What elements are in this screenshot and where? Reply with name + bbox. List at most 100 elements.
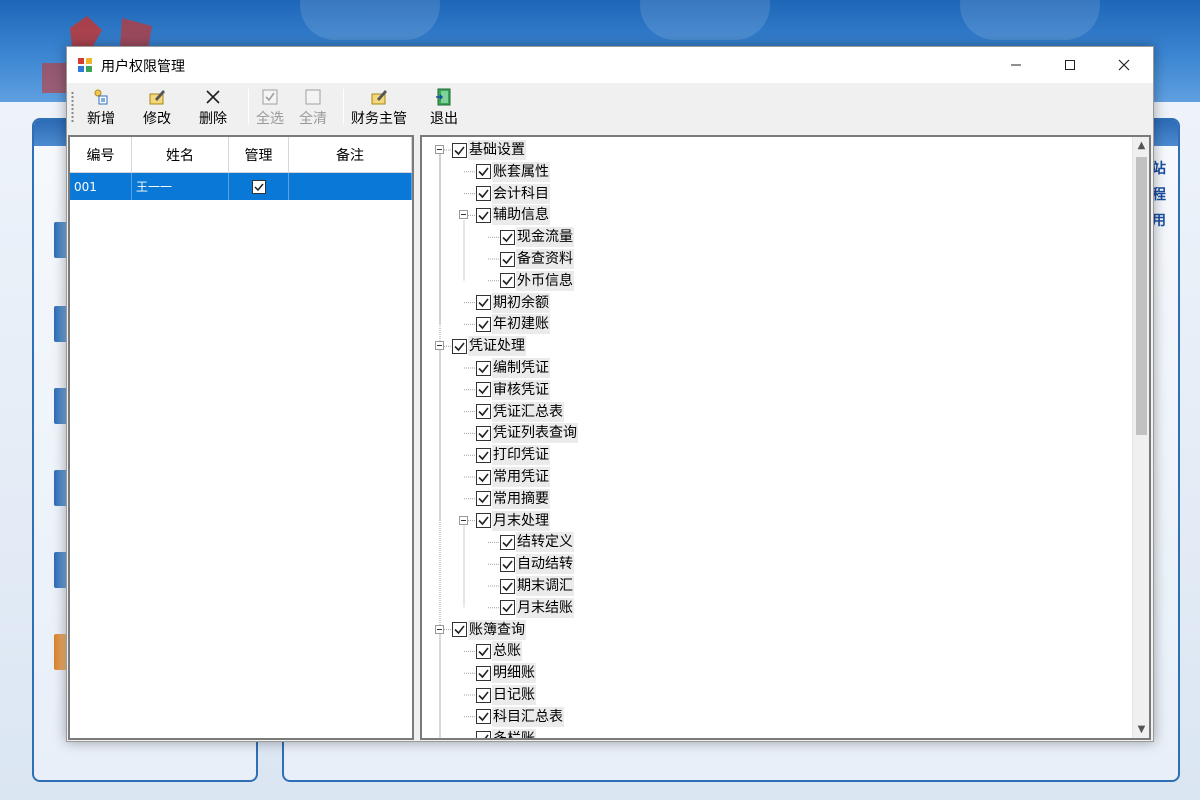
tree-node-label[interactable]: 现金流量	[516, 227, 574, 248]
tree-node-label[interactable]: 总账	[492, 641, 522, 662]
cell-admin[interactable]	[229, 173, 289, 200]
tree-node[interactable]: 备查资料	[500, 249, 574, 269]
tree-node-checkbox[interactable]	[476, 404, 491, 420]
permissions-tree[interactable]: 基础设置 账套属性 会计科目 辅助信息 现金流量 备查资料 外币信息 期初余额 年初建账 凭证处理…	[420, 135, 1151, 740]
title-bar[interactable]: 用户权限管理	[67, 47, 1153, 83]
tree-node-checkbox[interactable]	[476, 687, 491, 703]
tree-node-checkbox[interactable]	[476, 425, 491, 441]
tree-node[interactable]: 日记账	[476, 685, 536, 705]
maximize-button[interactable]	[1047, 47, 1093, 83]
tree-node-checkbox[interactable]	[500, 556, 515, 572]
select-all-button[interactable]: 全选	[256, 85, 284, 129]
tree-node-label[interactable]: 期初余额	[492, 292, 550, 313]
tree-collapse-icon[interactable]	[459, 515, 468, 525]
tree-node-label[interactable]: 多栏账	[492, 728, 536, 738]
minimize-button[interactable]	[993, 47, 1039, 83]
exit-button[interactable]: 退出	[430, 85, 458, 129]
tree-node-label[interactable]: 结转定义	[516, 532, 574, 553]
tree-node-checkbox[interactable]	[500, 578, 515, 594]
tree-node[interactable]: 多栏账	[476, 728, 536, 738]
tree-node-label[interactable]: 月末处理	[492, 510, 550, 531]
side-link[interactable]: 程	[1152, 182, 1172, 208]
tree-node-label[interactable]: 备查资料	[516, 249, 574, 269]
tree-node-checkbox[interactable]	[452, 338, 467, 354]
cell-name[interactable]: 王一一	[132, 173, 229, 200]
tree-node-checkbox[interactable]	[476, 731, 491, 738]
toolbar-grip[interactable]	[71, 91, 74, 123]
tree-node-label[interactable]: 打印凭证	[492, 445, 550, 466]
tree-node[interactable]: 现金流量	[500, 227, 574, 248]
tree-node[interactable]: 会计科目	[476, 183, 550, 204]
tree-node[interactable]: 审核凭证	[476, 379, 550, 400]
tree-node[interactable]: 期末调汇	[500, 576, 574, 596]
column-header-name[interactable]: 姓名	[132, 137, 229, 172]
tree-node-checkbox[interactable]	[476, 709, 491, 725]
tree-node-checkbox[interactable]	[476, 207, 491, 223]
tree-node[interactable]: 总账	[476, 641, 522, 662]
cell-note[interactable]	[289, 173, 412, 200]
tree-node-label[interactable]: 编制凭证	[492, 358, 550, 378]
delete-button[interactable]: 删除	[199, 85, 227, 129]
tree-node[interactable]: 账套属性	[476, 161, 550, 182]
tree-node-label[interactable]: 明细账	[492, 663, 536, 684]
tree-collapse-icon[interactable]	[435, 624, 444, 634]
tree-node-checkbox[interactable]	[476, 164, 491, 180]
tree-node-label[interactable]: 凭证列表查询	[492, 423, 578, 444]
column-header-id[interactable]: 编号	[70, 137, 132, 172]
tree-node[interactable]: 凭证汇总表	[476, 401, 564, 422]
tree-node-checkbox[interactable]	[500, 273, 515, 289]
tree-node-checkbox[interactable]	[476, 643, 491, 659]
admin-checkbox[interactable]	[251, 179, 266, 194]
side-link[interactable]: 用	[1152, 208, 1172, 234]
tree-node-label[interactable]: 账套属性	[492, 161, 550, 182]
tree-node-label[interactable]: 凭证汇总表	[492, 401, 564, 422]
tree-node-label[interactable]: 凭证处理	[468, 336, 526, 357]
tree-node-label[interactable]: 常用摘要	[492, 488, 550, 509]
tree-node[interactable]: 常用凭证	[476, 467, 550, 487]
tree-node-label[interactable]: 日记账	[492, 685, 536, 705]
tree-node-checkbox[interactable]	[476, 447, 491, 463]
tree-node[interactable]: 辅助信息	[476, 205, 550, 226]
tree-node-label[interactable]: 自动结转	[516, 554, 574, 575]
tree-node[interactable]: 凭证处理	[452, 336, 526, 357]
tree-node-checkbox[interactable]	[500, 534, 515, 550]
tree-node-checkbox[interactable]	[476, 665, 491, 681]
tree-node-checkbox[interactable]	[500, 600, 515, 616]
tree-node-checkbox[interactable]	[476, 491, 491, 507]
tree-node-checkbox[interactable]	[500, 229, 515, 245]
users-grid[interactable]: 编号 姓名 管理 备注 001 王一一	[68, 135, 414, 740]
tree-node[interactable]: 账簿查询	[452, 619, 526, 640]
tree-node-label[interactable]: 审核凭证	[492, 379, 550, 400]
tree-node-label[interactable]: 月末结账	[516, 597, 574, 618]
tree-node-checkbox[interactable]	[452, 142, 467, 158]
tree-node[interactable]: 科目汇总表	[476, 706, 564, 727]
tree-node[interactable]: 月末结账	[500, 597, 574, 618]
tree-node-checkbox[interactable]	[476, 360, 491, 376]
tree-node[interactable]: 自动结转	[500, 554, 574, 575]
clear-all-button[interactable]: 全清	[299, 85, 327, 129]
tree-node[interactable]: 期初余额	[476, 292, 550, 313]
tree-node-label[interactable]: 常用凭证	[492, 467, 550, 487]
tree-collapse-icon[interactable]	[459, 210, 468, 220]
scroll-up-icon[interactable]: ▲	[1133, 137, 1149, 154]
tree-node-checkbox[interactable]	[500, 251, 515, 267]
tree-collapse-icon[interactable]	[435, 145, 444, 154]
table-row[interactable]: 001 王一一	[70, 173, 412, 200]
tree-node-checkbox[interactable]	[476, 469, 491, 485]
scroll-down-icon[interactable]: ▼	[1133, 721, 1149, 738]
tree-node-label[interactable]: 年初建账	[492, 314, 550, 335]
tree-node-checkbox[interactable]	[476, 513, 491, 529]
tree-node-label[interactable]: 期末调汇	[516, 576, 574, 596]
tree-node[interactable]: 结转定义	[500, 532, 574, 553]
tree-node-label[interactable]: 科目汇总表	[492, 706, 564, 727]
tree-node-label[interactable]: 账簿查询	[468, 619, 526, 640]
edit-button[interactable]: 修改	[143, 85, 171, 129]
column-header-admin[interactable]: 管理	[229, 137, 289, 172]
cell-id[interactable]: 001	[70, 173, 132, 200]
tree-node[interactable]: 基础设置	[452, 140, 526, 160]
tree-node[interactable]: 常用摘要	[476, 488, 550, 509]
tree-node[interactable]: 打印凭证	[476, 445, 550, 466]
tree-node[interactable]: 年初建账	[476, 314, 550, 335]
tree-node-label[interactable]: 会计科目	[492, 183, 550, 204]
tree-node-checkbox[interactable]	[476, 295, 491, 311]
